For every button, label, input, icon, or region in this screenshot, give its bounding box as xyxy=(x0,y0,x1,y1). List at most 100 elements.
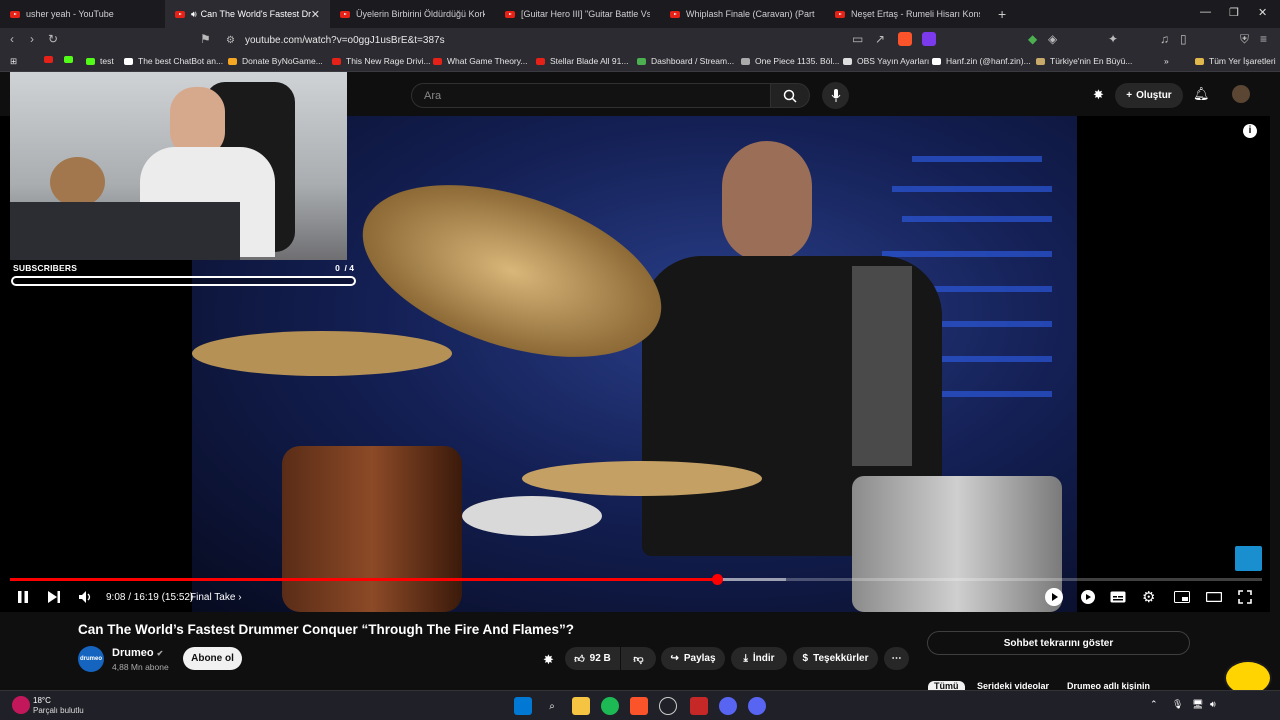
media-icon[interactable]: ♫ xyxy=(1160,32,1169,46)
browser-tab-title: Can The World's Fastest Drum xyxy=(200,9,311,19)
rewards-icon[interactable] xyxy=(922,32,936,46)
weather-icon[interactable] xyxy=(12,696,30,714)
browser-tab[interactable]: Whiplash Finale (Caravan) (Part 2) | W xyxy=(660,0,825,28)
dislike-button[interactable]: 👎︎ xyxy=(621,647,656,670)
channel-watermark[interactable] xyxy=(1235,546,1262,571)
minimize-icon[interactable]: — xyxy=(1200,6,1211,18)
site-info-icon[interactable]: ⚙ xyxy=(226,31,235,50)
chat-replay-button[interactable]: Sohbet tekrarını göster xyxy=(927,631,1190,655)
extension-icon[interactable]: ◈ xyxy=(1048,32,1057,46)
spotify-icon[interactable] xyxy=(601,697,619,715)
browser-tab[interactable]: Neşet Ertaş - Rumeli Hisarı Konseri F xyxy=(825,0,990,28)
tray-mic-icon[interactable]: 🎙︎ xyxy=(1172,699,1183,710)
new-tab-button[interactable]: + xyxy=(990,6,1014,22)
youtube-bookmark-icon[interactable] xyxy=(44,56,58,63)
bookmark-item[interactable]: Hanf.zin (@hanf.zin)... xyxy=(932,56,1031,66)
studio-icon[interactable]: ✸ xyxy=(1093,87,1104,103)
close-tab-icon[interactable]: ✕ xyxy=(311,8,320,21)
kick-bookmark-icon[interactable] xyxy=(64,56,78,63)
chapter-button[interactable]: Final Take › xyxy=(190,588,242,606)
vpn-icon[interactable]: ⛨ xyxy=(1240,32,1249,47)
taskbar-search-icon[interactable]: ⌕ xyxy=(543,697,561,715)
forward-icon[interactable]: › xyxy=(30,32,34,46)
file-explorer-icon[interactable] xyxy=(572,697,590,715)
youtube-favicon-icon xyxy=(670,10,680,18)
download-button[interactable]: ⤓ İndir xyxy=(731,647,787,670)
sidebar-icon[interactable]: ▯ xyxy=(1180,32,1187,46)
reload-icon[interactable]: ↻ xyxy=(48,32,58,46)
more-bookmarks-icon[interactable]: » xyxy=(1164,56,1169,66)
discord-notification-icon[interactable] xyxy=(748,697,766,715)
autoplay-toggle[interactable] xyxy=(1080,588,1096,606)
bookmark-item[interactable]: test xyxy=(86,56,114,66)
sparkle-icon[interactable]: ✸ xyxy=(543,652,554,668)
bookmark-item[interactable]: One Piece 1135. Böl... xyxy=(741,56,839,66)
menu-icon[interactable]: ≡ xyxy=(1260,32,1267,46)
bookmark-item[interactable]: OBS Yayın Ayarları xyxy=(843,56,929,66)
search-button[interactable] xyxy=(770,83,810,108)
bookmark-item[interactable]: This New Rage Drivi... xyxy=(332,56,431,66)
audio-playing-icon[interactable]: 🔊︎ xyxy=(191,9,197,20)
extension-shield-icon[interactable]: ◆ xyxy=(1028,32,1037,46)
weather-temperature: 18°C xyxy=(33,696,51,705)
address-bar[interactable]: ⚙ youtube.com/watch?v=o0ggJ1usBrE&t=387s xyxy=(218,31,1008,50)
close-window-icon[interactable]: ✕ xyxy=(1258,6,1267,19)
browser-tab[interactable]: usher yeah - YouTube xyxy=(0,0,165,28)
channel-name[interactable]: Drumeo ✔ xyxy=(112,647,163,659)
subtitles-button[interactable] xyxy=(1110,588,1126,606)
fullscreen-button[interactable] xyxy=(1238,588,1252,606)
bookmark-favicon-icon xyxy=(228,57,237,65)
bookmark-favicon-icon xyxy=(1195,57,1204,65)
tray-volume-icon[interactable]: 🔊︎ xyxy=(1210,699,1216,710)
more-actions-button[interactable]: ⋯ xyxy=(884,647,909,670)
like-button[interactable]: 👍︎ 92 B xyxy=(565,647,620,670)
bookmark-item[interactable]: The best ChatBot an... xyxy=(124,56,223,66)
browser-tab[interactable]: 🔊︎Can The World's Fastest Drum✕ xyxy=(165,0,330,28)
tray-chevron-icon[interactable]: ⌃ xyxy=(1150,699,1158,710)
windows-start-icon[interactable] xyxy=(514,697,532,715)
next-button[interactable] xyxy=(47,588,61,606)
autoplay-shield-button[interactable] xyxy=(1044,588,1064,606)
create-button[interactable]: + Oluştur xyxy=(1115,83,1183,108)
notifications-bell-icon[interactable]: 🔔︎ xyxy=(1193,86,1210,102)
extensions-puzzle-icon[interactable]: ✦ xyxy=(1108,32,1118,46)
settings-button[interactable]: ⚙ xyxy=(1142,588,1155,606)
bookmark-item[interactable]: Tüm Yer İşaretleri xyxy=(1195,56,1276,66)
cast-icon[interactable]: ▭ xyxy=(852,32,863,46)
voice-search-button[interactable] xyxy=(822,82,849,109)
bookmark-item[interactable]: Donate ByNoGame... xyxy=(228,56,323,66)
subtitles-icon xyxy=(1110,591,1126,603)
obs-icon[interactable] xyxy=(659,697,677,715)
pause-button[interactable] xyxy=(16,588,30,606)
account-avatar[interactable] xyxy=(1232,85,1250,103)
miniplayer-button[interactable] xyxy=(1174,588,1190,606)
discord-icon[interactable] xyxy=(719,697,737,715)
search-input[interactable]: Ara xyxy=(411,83,771,108)
bookmark-favicon-icon xyxy=(86,57,95,65)
info-icon[interactable]: i xyxy=(1243,124,1257,138)
brave-shield-icon[interactable] xyxy=(898,32,912,46)
tray-network-icon[interactable]: 🖥︎ xyxy=(1192,699,1203,710)
subscribe-button[interactable]: Abone ol xyxy=(183,647,242,670)
bookmark-item[interactable]: Stellar Blade All 91... xyxy=(536,56,628,66)
share-label: Paylaş xyxy=(683,653,716,664)
thanks-button[interactable]: $ Teşekkürler xyxy=(793,647,878,670)
apps-icon[interactable]: ⊞ xyxy=(10,56,17,67)
back-icon[interactable]: ‹ xyxy=(10,32,14,46)
browser-tab[interactable]: Üyelerin Birbirini Öldürdüğü Korkunç xyxy=(330,0,495,28)
subscriber-goal-label: SUBSCRIBERS xyxy=(13,263,78,273)
bookmark-icon[interactable]: ⚑ xyxy=(200,32,211,46)
share-button[interactable]: ↪ Paylaş xyxy=(661,647,725,670)
maximize-icon[interactable]: ❐ xyxy=(1229,6,1239,19)
theater-mode-button[interactable] xyxy=(1206,588,1222,606)
volume-button[interactable] xyxy=(78,588,94,606)
channel-avatar[interactable]: drumeo xyxy=(78,646,104,672)
browser-tab[interactable]: [Guitar Hero III] "Guitar Battle Vs. Tom xyxy=(495,0,660,28)
bookmark-item[interactable]: What Game Theory... xyxy=(433,56,527,66)
bookmark-item[interactable]: Türkiye'nin En Büyü... xyxy=(1036,56,1132,66)
bookmark-item[interactable]: Dashboard / Stream... xyxy=(637,56,734,66)
brave-browser-icon[interactable] xyxy=(630,697,648,715)
share-page-icon[interactable]: ↗ xyxy=(875,32,885,46)
progress-bar[interactable] xyxy=(10,574,1262,585)
mixer-icon[interactable] xyxy=(690,697,708,715)
